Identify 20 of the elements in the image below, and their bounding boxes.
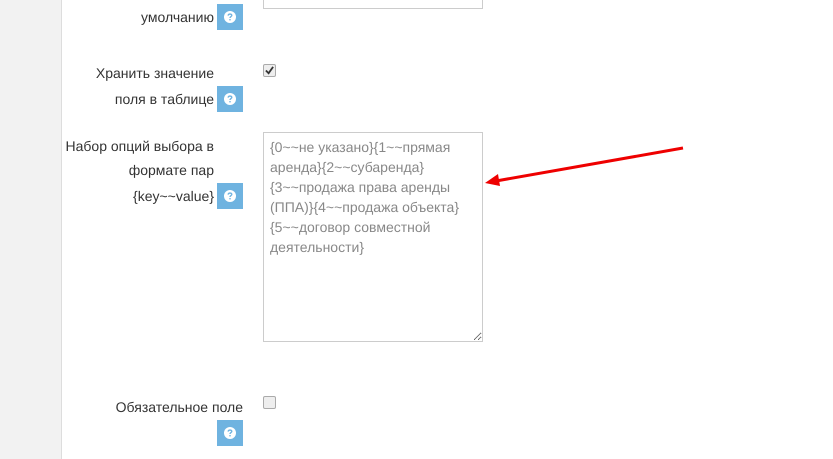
options-textarea[interactable]: {0~~не указано}{1~~прямая аренда}{2~~субаренда}{3~~продажа права аренды (ППА)}{4~~продажа объекта}{5~~договор совместной деятельности} <box>263 132 483 342</box>
question-icon <box>224 93 236 105</box>
field-label: поля в таблице <box>114 91 214 107</box>
field-label: формате пар <box>128 162 214 178</box>
checkbox[interactable] <box>263 396 276 409</box>
check-icon <box>265 66 274 75</box>
help-button[interactable] <box>217 4 243 30</box>
field-label: умолчанию <box>141 9 214 25</box>
question-icon <box>224 190 236 202</box>
field-label: Обязательное поле <box>116 399 243 415</box>
field-label: Набор опций выбора в <box>66 138 214 154</box>
help-button[interactable] <box>217 183 243 209</box>
help-button[interactable] <box>217 420 243 446</box>
question-icon <box>224 427 236 439</box>
field-label: Хранить значение <box>96 65 214 81</box>
help-button[interactable] <box>217 86 243 112</box>
input-field[interactable] <box>263 0 483 9</box>
question-icon <box>224 11 236 23</box>
checkbox[interactable] <box>263 64 276 77</box>
field-label: {key~~value} <box>133 188 214 204</box>
